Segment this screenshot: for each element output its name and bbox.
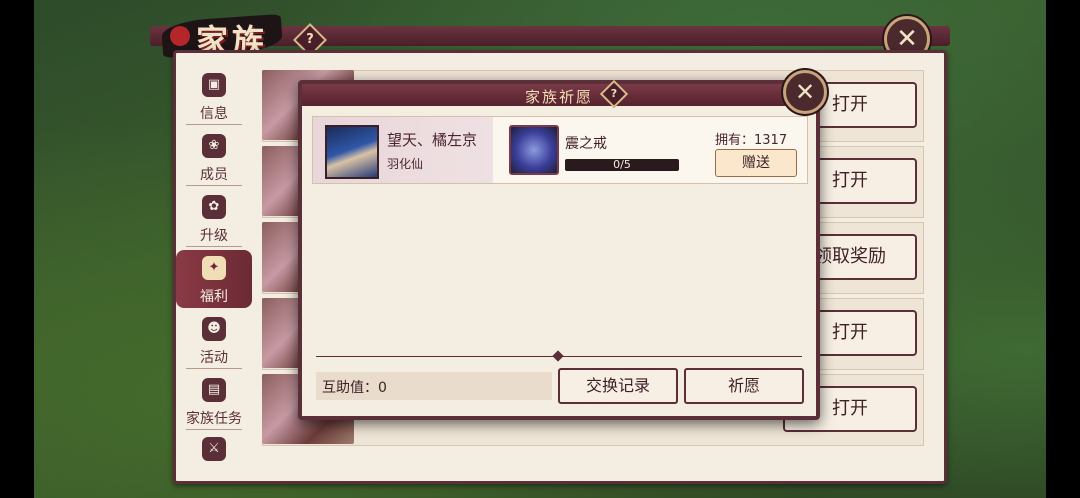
ring-item-icon[interactable] bbox=[509, 125, 559, 175]
activity-icon: ☻ bbox=[202, 317, 226, 341]
nav-divider bbox=[186, 246, 242, 247]
nav-item-info[interactable]: ▣ 信息 bbox=[176, 67, 252, 125]
dialog-close-button[interactable]: ✕ bbox=[783, 70, 827, 114]
character-name: 望天、橘左京 bbox=[387, 131, 478, 149]
nav-item-welfare[interactable]: ✦ 福利 bbox=[176, 250, 252, 308]
mutual-aid-box: 互助值：0 bbox=[316, 372, 552, 400]
gift-button[interactable]: 赠送 bbox=[715, 149, 797, 177]
exchange-record-button[interactable]: 交换记录 bbox=[558, 368, 678, 404]
crossed-swords-icon: ⚔ bbox=[202, 437, 226, 461]
welfare-icon: ✦ bbox=[202, 256, 226, 280]
nav-item-upgrade[interactable]: ✿ 升级 bbox=[176, 189, 252, 247]
nav-divider bbox=[186, 368, 242, 369]
upgrade-icon: ✿ bbox=[202, 195, 226, 219]
nav-label: 升级 bbox=[200, 228, 228, 244]
nav-divider bbox=[186, 124, 242, 125]
mutual-aid-value: 互助值：0 bbox=[322, 380, 387, 396]
seal-icon bbox=[170, 26, 190, 46]
nav-item-activity[interactable]: ☻ 活动 bbox=[176, 311, 252, 369]
nav-label: 活动 bbox=[200, 350, 228, 366]
progress-text: 0/5 bbox=[613, 158, 631, 171]
question-icon: ? bbox=[306, 32, 314, 47]
divider-ornament bbox=[552, 350, 564, 362]
family-wish-dialog: 家族祈愿 ? 望天、橘左京 羽化仙 震之戒 0/5 拥有：1317 赠送 互助值… bbox=[298, 79, 820, 420]
owned-count: 拥有：1317 bbox=[715, 133, 788, 148]
character-title: 羽化仙 bbox=[387, 157, 424, 171]
left-black-bar bbox=[0, 0, 34, 498]
close-icon: ✕ bbox=[794, 78, 816, 106]
info-icon: ▣ bbox=[202, 73, 226, 97]
right-black-bar bbox=[1046, 0, 1080, 498]
wish-button[interactable]: 祈愿 bbox=[684, 368, 804, 404]
nav-label: 信息 bbox=[200, 106, 228, 122]
nav-item-family-task[interactable]: ▤ 家族任务 bbox=[176, 372, 252, 430]
nav-item-more[interactable]: ⚔ bbox=[176, 431, 252, 471]
character-avatar[interactable] bbox=[325, 125, 379, 179]
task-icon: ▤ bbox=[202, 378, 226, 402]
item-name: 震之戒 bbox=[565, 136, 607, 152]
wish-entry-card: 望天、橘左京 羽化仙 震之戒 0/5 拥有：1317 赠送 bbox=[312, 116, 808, 184]
nav-divider bbox=[186, 185, 242, 186]
wish-progress-bar: 0/5 bbox=[565, 159, 679, 171]
members-icon: ❀ bbox=[202, 134, 226, 158]
nav-divider bbox=[186, 429, 242, 430]
nav-label: 成员 bbox=[200, 167, 228, 183]
nav-item-members[interactable]: ❀ 成员 bbox=[176, 128, 252, 186]
side-nav: ▣ 信息 ❀ 成员 ✿ 升级 ✦ 福利 ☻ 活动 ▤ 家族任务 ⚔ bbox=[176, 63, 252, 473]
nav-label: 家族任务 bbox=[186, 411, 242, 427]
question-icon: ? bbox=[610, 87, 618, 100]
dialog-title: 家族祈愿 bbox=[524, 88, 593, 106]
nav-label: 福利 bbox=[200, 289, 228, 305]
